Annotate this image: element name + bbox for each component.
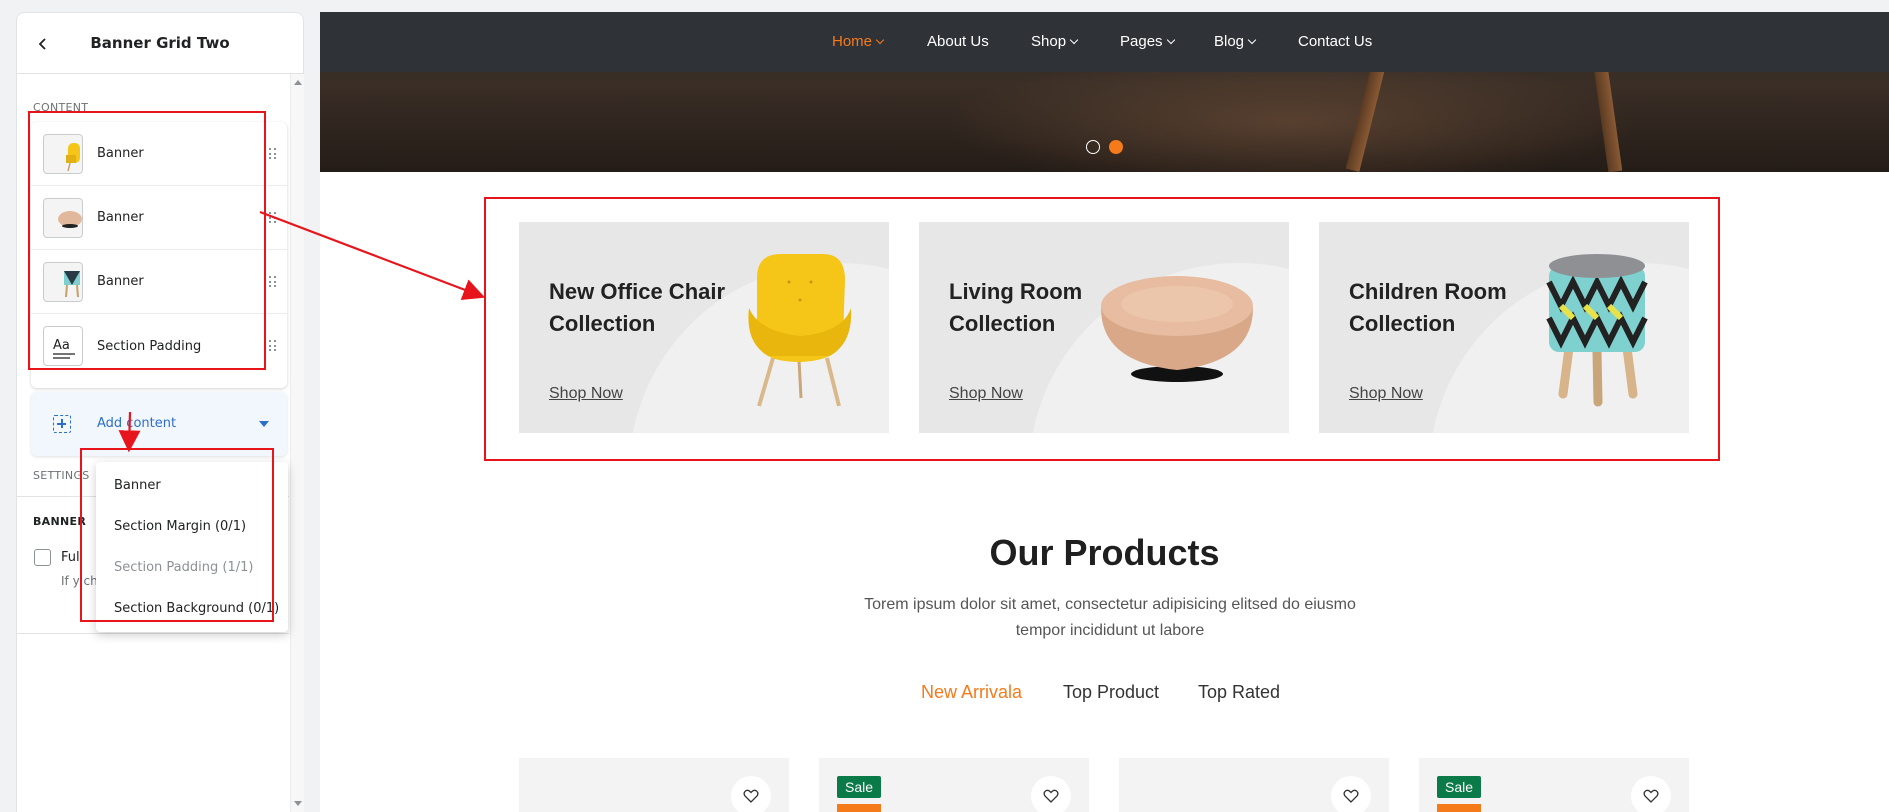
drag-handle-icon[interactable]: [269, 340, 277, 352]
nav-item-pages[interactable]: Pages: [1120, 33, 1175, 50]
round-ottoman-image: [1101, 276, 1253, 382]
settings-section-label: SETTINGS: [33, 469, 90, 482]
heart-icon: [1043, 789, 1059, 803]
nav-item-contact-us[interactable]: Contact Us: [1298, 33, 1372, 50]
sale-badge: Sale: [837, 776, 882, 798]
editor-sidebar: Banner Grid Two CONTENT Banner Banner Ba…: [16, 12, 304, 812]
product-card[interactable]: Sale: [819, 758, 1089, 812]
drag-handle-icon[interactable]: [269, 276, 277, 288]
heart-icon: [1643, 789, 1659, 803]
slider-dot-2-active[interactable]: [1109, 140, 1123, 154]
chevron-left-icon: [38, 38, 46, 50]
dropdown-item-banner[interactable]: Banner: [114, 478, 161, 493]
shop-now-link[interactable]: Shop Now: [949, 385, 1023, 403]
svg-text:Aa: Aa: [53, 338, 70, 353]
checkbox-help-text: If y che: [61, 574, 101, 588]
add-content-button[interactable]: Add content: [31, 392, 287, 456]
banner-settings-label: BANNER: [33, 515, 87, 528]
section-heading: Our Products: [989, 532, 1220, 573]
nav-item-blog[interactable]: Blog: [1214, 33, 1257, 50]
content-item-banner-2[interactable]: Banner: [31, 186, 287, 250]
content-block-list: Banner Banner Banner Aa Section Padding: [31, 122, 287, 388]
section-subheading: Torem ipsum dolor sit amet, consectetur …: [864, 596, 1356, 639]
section-title: Banner Grid Two: [90, 34, 230, 52]
checkbox-label: Ful: [61, 550, 80, 565]
add-block-icon: [53, 415, 71, 433]
scroll-up-arrow-icon[interactable]: [294, 80, 302, 85]
wishlist-heart-button[interactable]: [1631, 776, 1671, 812]
tab-top-rated[interactable]: Top Rated: [1198, 682, 1280, 703]
sale-badge: Sale: [1437, 776, 1482, 798]
ottoman-thumbnail: [43, 198, 83, 238]
dropdown-item-section-padding: Section Padding (1/1): [114, 560, 254, 575]
caret-down-icon: [259, 421, 269, 427]
sidebar-scrollbar[interactable]: [290, 74, 304, 812]
drag-handle-icon[interactable]: [269, 212, 277, 224]
banner-living-room: Living Room Collection Shop Now: [919, 222, 1289, 433]
nav-item-home[interactable]: Home: [832, 33, 885, 50]
content-item-section-padding[interactable]: Aa Section Padding: [31, 314, 287, 378]
tab-new-arrivals[interactable]: New Arrivala: [921, 682, 1022, 703]
chevron-down-icon: [875, 35, 885, 45]
content-item-banner-1[interactable]: Banner: [31, 122, 287, 186]
banner-title: New Office Chair Collection: [549, 279, 726, 336]
nav-item-about-us[interactable]: About Us: [927, 33, 989, 50]
nav-label: Contact Us: [1298, 33, 1373, 50]
product-card[interactable]: [519, 758, 789, 812]
nav-item-shop[interactable]: Shop: [1031, 33, 1079, 50]
nav-label: Blog: [1214, 33, 1245, 50]
dropdown-item-section-margin[interactable]: Section Margin (0/1): [114, 519, 246, 534]
nav-label: Shop: [1031, 33, 1067, 50]
price-tag-strip: [1437, 804, 1481, 812]
content-item-label: Section Padding: [97, 338, 202, 354]
content-item-label: Banner: [97, 210, 144, 225]
wishlist-heart-button[interactable]: [1031, 776, 1071, 812]
patterned-stool-image: [1546, 254, 1648, 407]
back-button[interactable]: [31, 32, 55, 56]
content-section-label: CONTENT: [33, 101, 89, 114]
banner-title: Children Room Collection: [1349, 279, 1507, 336]
nav-label: Pages: [1120, 33, 1163, 50]
shop-now-link[interactable]: Shop Now: [549, 385, 623, 403]
drag-handle-icon[interactable]: [269, 148, 277, 160]
stool-thumbnail: [43, 262, 83, 302]
content-item-label: Banner: [97, 274, 144, 289]
content-item-banner-3[interactable]: Banner: [31, 250, 287, 314]
sidebar-scroll-area[interactable]: CONTENT Banner Banner Banner Aa Section …: [16, 74, 304, 812]
heart-icon: [743, 789, 759, 803]
shop-now-link[interactable]: Shop Now: [1349, 385, 1423, 403]
dropdown-item-section-background[interactable]: Section Background (0/1): [114, 601, 279, 616]
main-navigation: Home About Us Shop Pages Blog Contact Us: [320, 12, 1889, 72]
heart-icon: [1343, 789, 1359, 803]
sidebar-header: Banner Grid Two: [16, 12, 304, 74]
scroll-down-arrow-icon[interactable]: [294, 801, 302, 806]
full-width-checkbox[interactable]: [34, 549, 51, 566]
product-card[interactable]: [1119, 758, 1389, 812]
banner-children-room: Children Room Collection Shop Now: [1319, 222, 1689, 433]
chevron-down-icon: [1166, 35, 1175, 45]
add-content-label: Add content: [97, 416, 177, 431]
chevron-down-icon: [1247, 35, 1257, 45]
add-content-dropdown: Banner Section Margin (0/1) Section Padd…: [96, 462, 288, 632]
nav-label: Home: [832, 33, 873, 50]
content-item-label: Banner: [97, 146, 144, 161]
storefront-preview: Home About Us Shop Pages Blog Contact Us…: [320, 12, 1889, 812]
text-format-icon: Aa: [43, 326, 83, 366]
yellow-armchair-image: [748, 254, 852, 407]
slider-dot-1[interactable]: [1086, 140, 1100, 154]
product-card[interactable]: Sale: [1419, 758, 1689, 812]
banner-office-chair: New Office Chair Collection Shop Now: [519, 222, 889, 433]
chevron-down-icon: [1069, 35, 1079, 45]
price-tag-strip: [837, 804, 881, 812]
nav-label: About Us: [927, 33, 989, 50]
tab-top-product[interactable]: Top Product: [1063, 682, 1159, 703]
wishlist-heart-button[interactable]: [731, 776, 771, 812]
wishlist-heart-button[interactable]: [1331, 776, 1371, 812]
yellow-chair-thumbnail: [43, 134, 83, 174]
